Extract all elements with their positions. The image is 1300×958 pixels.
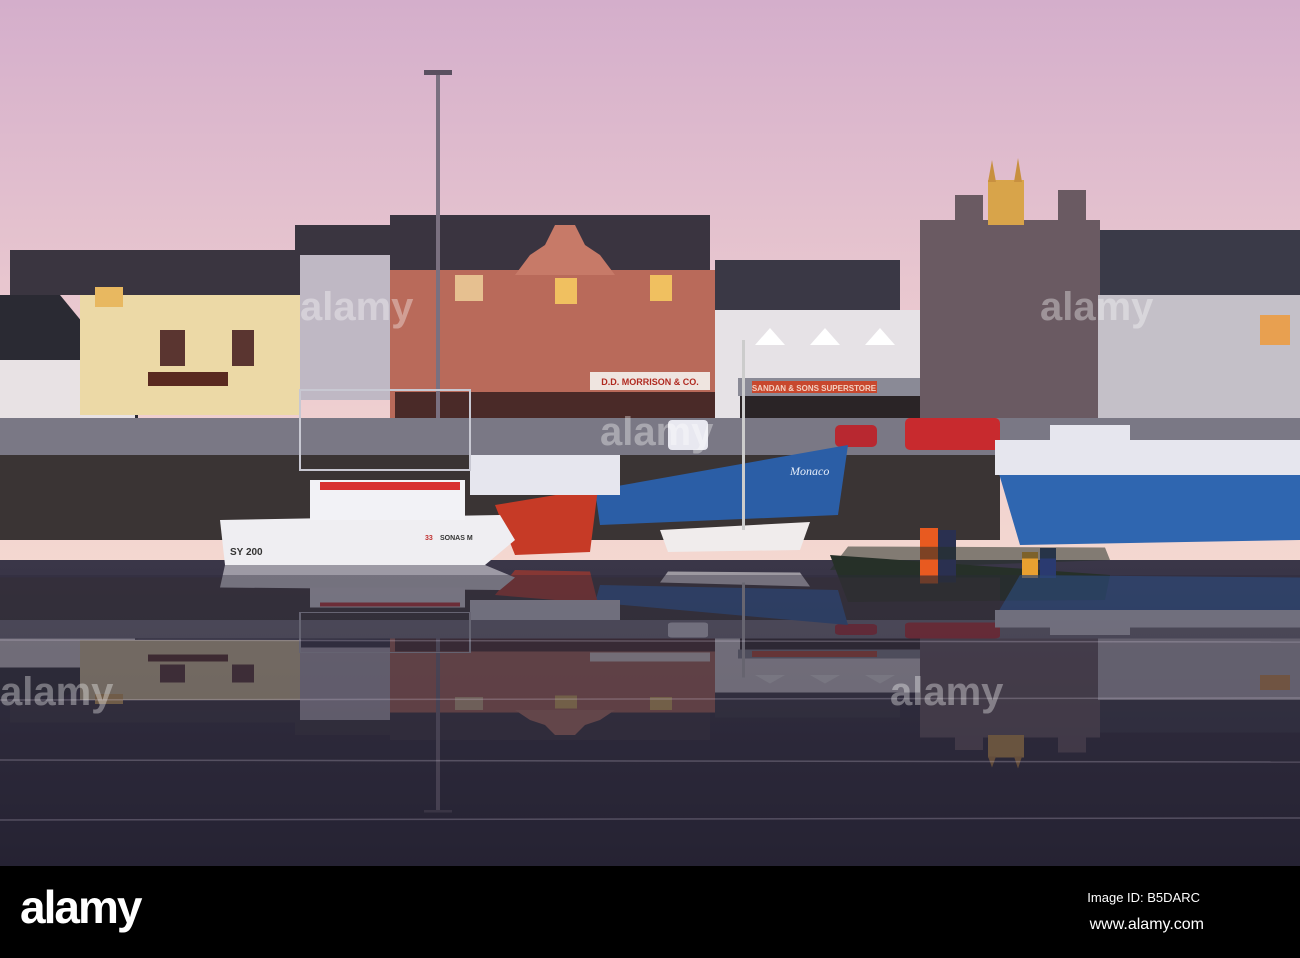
monaco-name: Monaco [789, 464, 829, 478]
morrison-sign: D.D. MORRISON & CO. [601, 377, 699, 387]
watermark-text: alamy [300, 285, 414, 329]
image-id: Image ID: B5DARC [1087, 890, 1200, 905]
harbour-photo: D.D. MORRISON & CO. SANDAN & SONS SUPERS… [0, 0, 1300, 866]
watermark-text: alamy [1040, 285, 1154, 329]
boat-number: 33 [425, 535, 433, 542]
watermark-text: alamy [600, 410, 714, 454]
alamy-logo: alamy [20, 881, 142, 933]
boat-name: SONAS M [440, 535, 473, 542]
boat-registration: SY 200 [230, 547, 263, 558]
footer-bar: alamy Image ID: B5DARC www.alamy.com [0, 866, 1300, 958]
superstore-sign: SANDAN & SONS SUPERSTORE [752, 384, 877, 393]
watermark-text: alamy [0, 670, 114, 714]
watermark-text: alamy [890, 670, 1004, 714]
website-link[interactable]: www.alamy.com [1090, 916, 1204, 934]
